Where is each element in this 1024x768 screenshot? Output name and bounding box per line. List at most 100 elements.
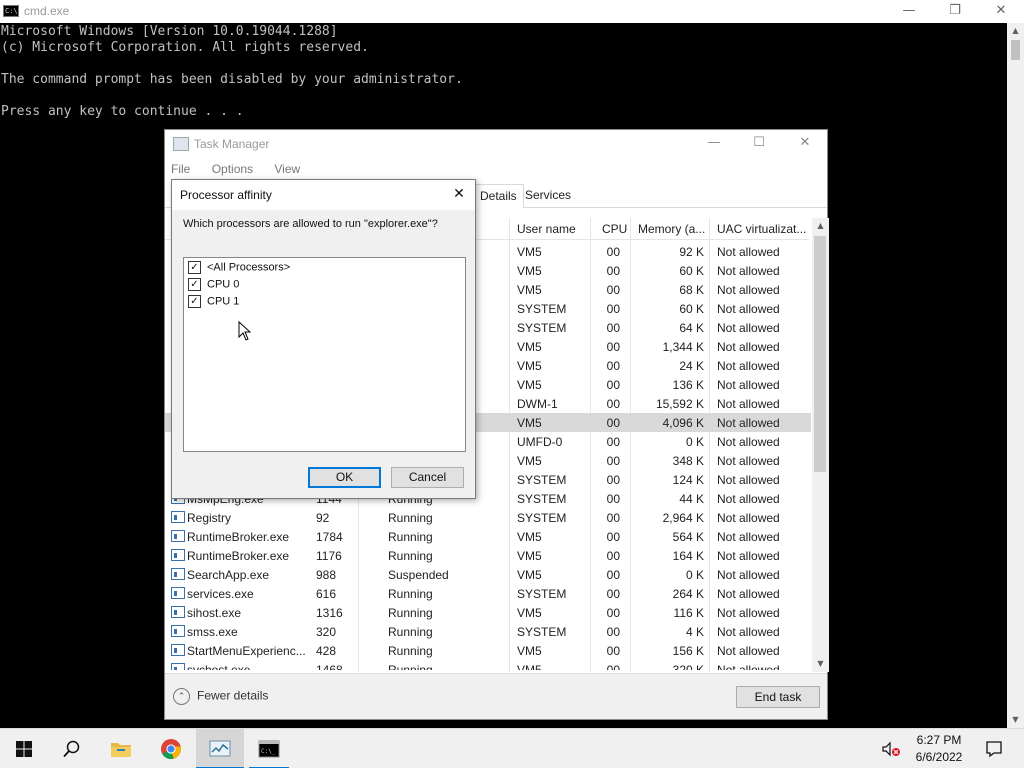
cmd-icon: C:\ (3, 5, 19, 17)
cell-memory: 124 K (672, 473, 704, 487)
fewer-details-button[interactable]: ⌃ Fewer details (173, 688, 268, 705)
restore-icon[interactable]: ❐ (932, 0, 978, 23)
scroll-up-icon[interactable]: ▲ (1007, 23, 1024, 39)
task-manager-icon (173, 137, 189, 151)
cmd-output-line (1, 88, 463, 104)
table-row[interactable]: services.exe 616 Running SYSTEM 00 264 K Not a… (165, 584, 811, 603)
scroll-down-icon[interactable]: ▼ (812, 656, 829, 672)
checkbox[interactable]: ✓ (188, 295, 201, 308)
task-manager-titlebar[interactable]: Task Manager — ☐ ✕ (165, 130, 827, 158)
checkbox-label: <All Processors> (207, 261, 291, 274)
close-icon[interactable]: ✕ (448, 186, 470, 204)
taskbar: C:\_ 6:27 PM 6/6/2022 (0, 728, 1024, 768)
volume-muted-icon (882, 741, 900, 757)
tab-services[interactable]: Services (519, 184, 577, 208)
tab-details[interactable]: Details (473, 184, 524, 209)
processor-checkbox-row[interactable]: ✓ <All Processors> (188, 261, 290, 277)
cell-memory: 64 K (679, 321, 704, 335)
maximize-icon[interactable]: ☐ (736, 132, 782, 155)
cell-user: VM5 (517, 644, 542, 658)
start-button[interactable] (0, 729, 48, 768)
cell-memory: 4,096 K (662, 416, 704, 430)
task-manager-taskbar-button[interactable] (196, 729, 244, 768)
process-icon (171, 625, 185, 637)
ok-button[interactable]: OK (308, 467, 381, 488)
cell-user: SYSTEM (517, 625, 567, 639)
dialog-title: Processor affinity (180, 188, 272, 202)
cell-uac: Not allowed (717, 454, 780, 468)
scroll-down-icon[interactable]: ▼ (1007, 712, 1024, 728)
cell-memory: 2,964 K (662, 511, 704, 525)
column-user-name[interactable]: User name (517, 222, 576, 236)
cell-user: VM5 (517, 606, 542, 620)
action-center-button[interactable] (970, 729, 1018, 768)
menu-view[interactable]: View (274, 162, 300, 176)
table-row[interactable]: sihost.exe 1316 Running VM5 00 116 K Not allow… (165, 603, 811, 622)
file-explorer-button[interactable] (97, 729, 145, 768)
column-cpu[interactable]: CPU (602, 222, 627, 236)
svg-text:C:\_: C:\_ (261, 748, 276, 755)
end-task-button[interactable]: End task (736, 686, 820, 708)
menu-file[interactable]: File (171, 162, 190, 176)
cmd-taskbar-button[interactable]: C:\_ (245, 729, 293, 768)
dialog-titlebar[interactable]: Processor affinity ✕ (172, 180, 475, 210)
cell-pid: 320 (316, 625, 337, 639)
cell-cpu: 00 (606, 587, 620, 601)
table-row[interactable]: svchost.exe 1468 Running VM5 00 320 K Not allo… (165, 660, 811, 670)
table-row[interactable]: RuntimeBroker.exe 1784 Running VM5 00 564 K No… (165, 527, 811, 546)
cell-name: RuntimeBroker.exe (187, 549, 290, 563)
table-row[interactable]: RuntimeBroker.exe 1176 Running VM5 00 164 K No… (165, 546, 811, 565)
search-button[interactable] (48, 729, 96, 768)
checkbox[interactable]: ✓ (188, 278, 201, 291)
minimize-icon[interactable]: — (886, 0, 932, 23)
table-row[interactable]: Registry 92 Running SYSTEM 00 2,964 K Not allo… (165, 508, 811, 527)
volume-button[interactable] (876, 729, 906, 768)
file-explorer-icon (111, 743, 131, 757)
cell-cpu: 00 (606, 340, 620, 354)
scroll-thumb[interactable] (814, 236, 826, 472)
minimize-icon[interactable]: — (691, 132, 737, 155)
menu-bar: File Options View (171, 162, 318, 176)
cell-status: Running (388, 549, 433, 563)
close-icon[interactable]: ✕ (978, 0, 1024, 23)
table-row[interactable]: StartMenuExperienc... 428 Running VM5 00 156 … (165, 641, 811, 660)
process-icon (171, 511, 185, 523)
scroll-thumb[interactable] (1011, 40, 1020, 60)
cell-cpu: 00 (606, 359, 620, 373)
clock-date: 6/6/2022 (915, 750, 963, 764)
cell-user: VM5 (517, 378, 542, 392)
table-row[interactable]: smss.exe 320 Running SYSTEM 00 4 K Not allowed (165, 622, 811, 641)
cell-uac: Not allowed (717, 644, 780, 658)
cmd-titlebar[interactable]: C:\ cmd.exe — ❐ ✕ (0, 0, 1024, 23)
processor-checkbox-row[interactable]: ✓ CPU 0 (188, 278, 239, 294)
cell-user: UMFD-0 (517, 435, 563, 449)
cell-uac: Not allowed (717, 511, 780, 525)
column-memory[interactable]: Memory (a... (638, 222, 705, 236)
cell-memory: 60 K (679, 302, 704, 316)
cmd-scrollbar[interactable]: ▲ ▼ (1007, 23, 1024, 728)
column-uac[interactable]: UAC virtualizat... (717, 222, 806, 236)
menu-options[interactable]: Options (212, 162, 253, 176)
cell-cpu: 00 (606, 416, 620, 430)
cancel-button[interactable]: Cancel (391, 467, 464, 488)
cmd-output-line: Microsoft Windows [Version 10.0.19044.12… (1, 24, 338, 39)
process-icon (171, 568, 185, 580)
cell-uac: Not allowed (717, 625, 780, 639)
cell-user: SYSTEM (517, 321, 567, 335)
chrome-button[interactable] (147, 729, 195, 768)
process-icon (171, 644, 185, 656)
cell-memory: 1,344 K (662, 340, 704, 354)
cell-status: Suspended (388, 568, 449, 582)
processor-checkbox-row[interactable]: ✓ CPU 1 (188, 295, 239, 311)
scroll-up-icon[interactable]: ▲ (812, 218, 829, 234)
cell-user: SYSTEM (517, 511, 567, 525)
cell-uac: Not allowed (717, 568, 780, 582)
cell-pid: 92 (316, 511, 330, 525)
cmd-output[interactable]: Microsoft Windows [Version 10.0.19044.12… (1, 24, 463, 120)
table-row[interactable]: SearchApp.exe 988 Suspended VM5 00 0 K Not all… (165, 565, 811, 584)
close-icon[interactable]: ✕ (782, 132, 828, 155)
clock[interactable]: 6:27 PM 6/6/2022 (908, 732, 970, 766)
cell-user: VM5 (517, 549, 542, 563)
table-scrollbar[interactable]: ▲ ▼ (812, 218, 829, 672)
checkbox[interactable]: ✓ (188, 261, 201, 274)
